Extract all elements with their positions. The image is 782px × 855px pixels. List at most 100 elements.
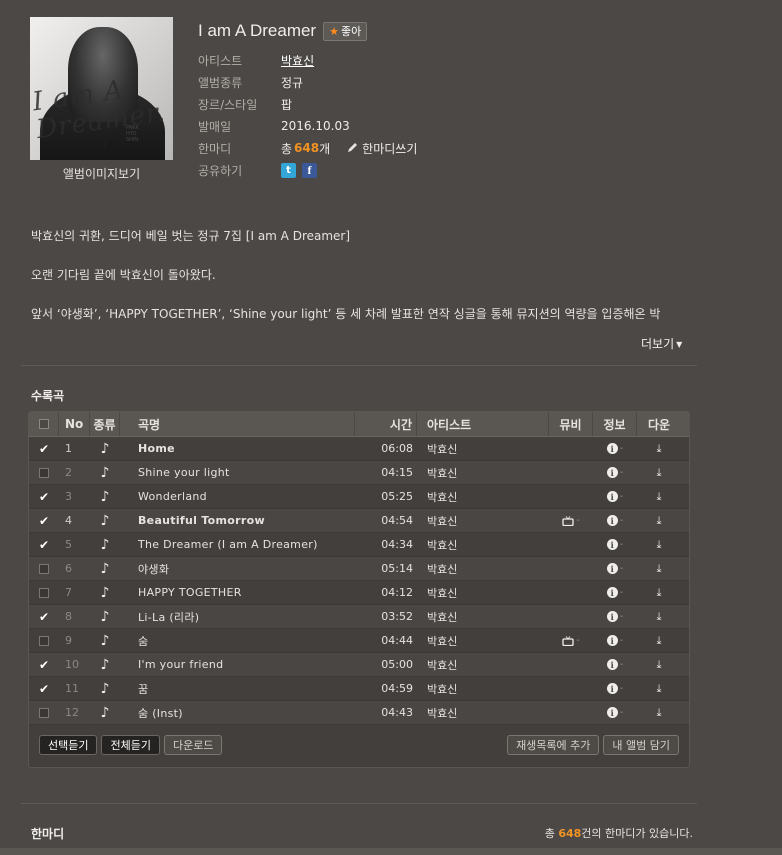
play-selected-button[interactable]: 선택듣기 xyxy=(39,734,98,755)
more-button[interactable]: 더보기 ▼ xyxy=(641,335,682,352)
comments-prefix: 총 xyxy=(281,141,293,156)
comments-count[interactable]: 648 xyxy=(294,141,319,155)
download-icon[interactable]: ⤓ xyxy=(657,706,662,720)
music-note-icon: ♪ xyxy=(100,680,110,697)
track-title[interactable]: Home xyxy=(120,437,355,460)
track-checkbox-checked[interactable]: ✔ xyxy=(38,683,50,695)
download-icon[interactable]: ⤓ xyxy=(657,586,662,600)
download-button[interactable]: 다운로드 xyxy=(163,734,223,755)
track-artist[interactable]: 박효신 xyxy=(417,461,549,484)
track-checkbox-checked[interactable]: ✔ xyxy=(38,491,50,503)
track-checkbox[interactable] xyxy=(39,563,49,574)
track-title[interactable]: The Dreamer (I am A Dreamer) xyxy=(120,533,355,556)
track-row[interactable]: 6 ♪ 야생화 05:14 박효신 i - ⤓ xyxy=(29,557,689,581)
meta-value: 정규 xyxy=(281,75,304,90)
download-icon[interactable]: ⤓ xyxy=(657,466,662,480)
track-artist[interactable]: 박효신 xyxy=(417,557,549,580)
track-row[interactable]: ✔ 5 ♪ The Dreamer (I am A Dreamer) 04:34 박효신 i… xyxy=(29,533,689,557)
track-title[interactable]: 숨 xyxy=(120,629,355,652)
track-row[interactable]: ✔ 3 ♪ Wonderland 05:25 박효신 i - ⤓ xyxy=(29,485,689,509)
track-title[interactable]: HAPPY TOGETHER xyxy=(120,581,355,604)
track-checkbox-checked[interactable]: ✔ xyxy=(38,659,50,671)
track-artist[interactable]: 박효신 xyxy=(417,485,549,508)
info-icon[interactable]: i- xyxy=(606,683,623,694)
track-artist[interactable]: 박효신 xyxy=(417,605,549,628)
track-row[interactable]: ✔ 11 ♪ 꿈 04:59 박효신 i - ⤓ xyxy=(29,677,689,701)
header-type: 종류 xyxy=(90,412,120,436)
info-icon[interactable]: i- xyxy=(606,467,623,478)
album-cover[interactable]: I am A Dreamer. PARK HYO SHIN 7 xyxy=(30,17,173,160)
facebook-icon[interactable]: f xyxy=(302,162,317,178)
info-icon[interactable]: i- xyxy=(606,659,623,670)
header-time: 시간 xyxy=(355,412,417,436)
track-checkbox-checked[interactable]: ✔ xyxy=(38,539,50,551)
track-row[interactable]: ✔ 8 ♪ Li-La (리라) 03:52 박효신 i - ⤓ xyxy=(29,605,689,629)
track-time: 05:00 xyxy=(381,658,413,671)
track-checkbox[interactable] xyxy=(39,635,49,646)
track-artist[interactable]: 박효신 xyxy=(417,437,549,460)
track-artist[interactable]: 박효신 xyxy=(417,509,549,532)
meta-artist: 아티스트 박효신 xyxy=(198,49,417,71)
track-time: 04:34 xyxy=(381,538,413,551)
music-video-icon[interactable]: - xyxy=(562,635,580,646)
add-my-album-button[interactable]: 내 앨범 담기 xyxy=(603,734,679,755)
play-all-button[interactable]: 전체듣기 xyxy=(101,734,160,755)
info-icon[interactable]: i- xyxy=(606,539,623,550)
download-icon[interactable]: ⤓ xyxy=(657,538,662,552)
track-checkbox-checked[interactable]: ✔ xyxy=(38,443,50,455)
track-row[interactable]: 2 ♪ Shine your light 04:15 박효신 i - ⤓ xyxy=(29,461,689,485)
download-icon[interactable]: ⤓ xyxy=(657,634,662,648)
track-checkbox-checked[interactable]: ✔ xyxy=(38,515,50,527)
track-row[interactable]: ✔ 10 ♪ I'm your friend 05:00 박효신 i - ⤓ xyxy=(29,653,689,677)
info-icon[interactable]: i- xyxy=(606,635,623,646)
info-icon[interactable]: i- xyxy=(606,515,623,526)
track-checkbox[interactable] xyxy=(39,467,49,478)
track-title[interactable]: Li-La (리라) xyxy=(120,605,355,628)
info-icon[interactable]: i- xyxy=(606,563,623,574)
write-comment-link[interactable]: 한마디쓰기 xyxy=(362,140,417,157)
download-icon[interactable]: ⤓ xyxy=(657,610,662,624)
download-icon[interactable]: ⤓ xyxy=(657,658,662,672)
music-video-icon[interactable]: - xyxy=(562,515,580,526)
track-artist[interactable]: 박효신 xyxy=(417,581,549,604)
track-time: 05:14 xyxy=(381,562,413,575)
like-button[interactable]: ★ 좋아 xyxy=(323,21,368,41)
track-title[interactable]: I'm your friend xyxy=(120,653,355,676)
download-icon[interactable]: ⤓ xyxy=(657,442,662,456)
track-title[interactable]: Wonderland xyxy=(120,485,355,508)
download-icon[interactable]: ⤓ xyxy=(657,562,662,576)
track-checkbox-checked[interactable]: ✔ xyxy=(38,611,50,623)
view-cover-link[interactable]: 앨범이미지보기 xyxy=(30,165,173,182)
info-icon[interactable]: i- xyxy=(606,443,623,454)
artist-link[interactable]: 박효신 xyxy=(281,52,314,69)
track-title[interactable]: Shine your light xyxy=(120,461,355,484)
track-row[interactable]: ✔ 1 ♪ Home 06:08 박효신 i - ⤓ xyxy=(29,437,689,461)
header-title: 곡명 xyxy=(120,412,355,436)
download-icon[interactable]: ⤓ xyxy=(657,514,662,528)
info-icon[interactable]: i- xyxy=(606,587,623,598)
track-row[interactable]: ✔ 4 ♪ Beautiful Tomorrow 04:54 박효신 - i - ⤓ xyxy=(29,509,689,533)
track-number: 7 xyxy=(65,586,72,599)
track-checkbox[interactable] xyxy=(39,587,49,598)
info-icon[interactable]: i- xyxy=(606,491,623,502)
add-playlist-button[interactable]: 재생목록에 추가 xyxy=(507,734,600,755)
track-checkbox[interactable] xyxy=(39,707,49,718)
track-artist[interactable]: 박효신 xyxy=(417,677,549,700)
track-artist[interactable]: 박효신 xyxy=(417,533,549,556)
select-all-checkbox[interactable] xyxy=(38,419,49,429)
track-row[interactable]: 9 ♪ 숨 04:44 박효신 - i - ⤓ xyxy=(29,629,689,653)
track-title[interactable]: Beautiful Tomorrow xyxy=(120,509,355,532)
download-icon[interactable]: ⤓ xyxy=(657,490,662,504)
info-icon[interactable]: i- xyxy=(606,611,623,622)
track-title[interactable]: 숨 (Inst) xyxy=(120,701,355,724)
download-icon[interactable]: ⤓ xyxy=(657,682,662,696)
track-title[interactable]: 꿈 xyxy=(120,677,355,700)
info-icon[interactable]: i- xyxy=(606,707,623,718)
track-row[interactable]: 7 ♪ HAPPY TOGETHER 04:12 박효신 i - ⤓ xyxy=(29,581,689,605)
twitter-icon[interactable]: t xyxy=(281,162,296,178)
meta-label: 앨범종류 xyxy=(198,75,243,90)
track-title[interactable]: 야생화 xyxy=(120,557,355,580)
track-artist[interactable]: 박효신 xyxy=(417,629,549,652)
track-artist[interactable]: 박효신 xyxy=(417,701,549,724)
track-artist[interactable]: 박효신 xyxy=(417,653,549,676)
